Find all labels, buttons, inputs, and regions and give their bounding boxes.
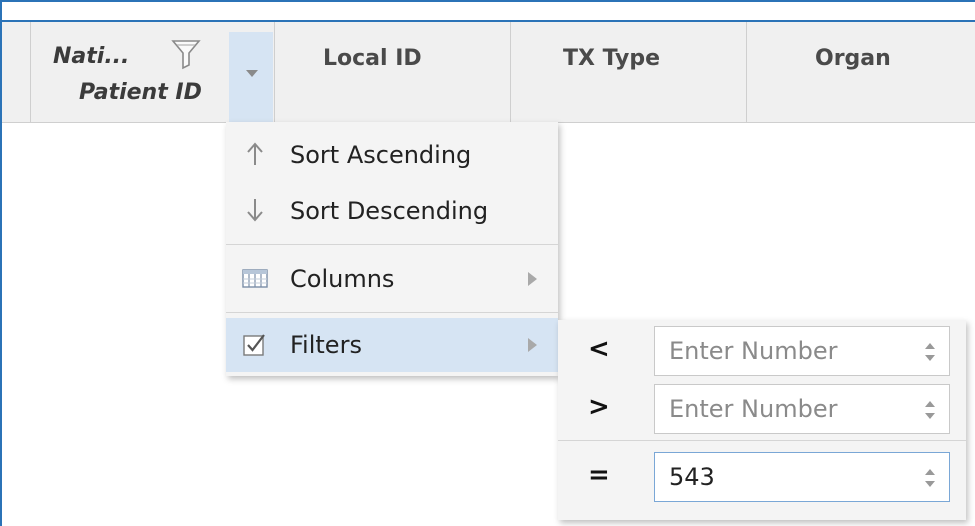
menu-item-sort-descending[interactable]: Sort Descending: [226, 184, 558, 238]
column-menu-button[interactable]: [229, 32, 273, 124]
filter-number-input[interactable]: [655, 327, 919, 375]
column-menu: Sort Ascending Sort Descending Columns F…: [226, 122, 558, 376]
filter-number-field[interactable]: [654, 326, 950, 376]
column-label: Local ID: [323, 46, 422, 71]
filter-number-field[interactable]: [654, 384, 950, 434]
filters-submenu: < > =: [558, 320, 966, 520]
filter-number-field[interactable]: [654, 452, 950, 502]
menu-separator: [226, 244, 558, 245]
grid-header: Nati... Patient ID Local ID TX Type Orga…: [2, 22, 975, 124]
menu-item-columns[interactable]: Columns: [226, 252, 558, 306]
filter-number-input[interactable]: [655, 385, 919, 433]
menu-item-label: Columns: [290, 265, 395, 293]
menu-item-filters[interactable]: Filters: [226, 318, 558, 372]
column-label-line1: Nati...: [53, 44, 130, 69]
filter-number-input[interactable]: [655, 453, 919, 501]
column-label: TX Type: [563, 46, 661, 71]
column-header-local-id[interactable]: Local ID: [274, 22, 510, 122]
chevron-down-icon: [246, 70, 258, 77]
menu-item-label: Sort Descending: [290, 197, 489, 225]
arrow-down-icon: [247, 199, 263, 222]
filter-operator: >: [588, 392, 610, 422]
menu-item-label: Filters: [290, 331, 362, 359]
menu-item-label: Sort Ascending: [290, 141, 472, 169]
menu-item-sort-ascending[interactable]: Sort Ascending: [226, 128, 558, 182]
column-header-organ[interactable]: Organ: [746, 22, 975, 122]
chevron-right-icon: [528, 272, 537, 286]
spinner-icon[interactable]: [923, 465, 937, 491]
checkbox-checked-icon: [243, 334, 265, 356]
chevron-right-icon: [528, 338, 537, 352]
column-header-tx-type[interactable]: TX Type: [510, 22, 746, 122]
spinner-icon[interactable]: [923, 397, 937, 423]
filter-row-equals: =: [558, 448, 966, 510]
arrow-up-icon: [247, 142, 263, 165]
columns-icon: [242, 269, 268, 288]
column-label: Organ: [815, 46, 891, 71]
filter-operator: <: [588, 334, 610, 364]
menu-separator: [558, 440, 966, 441]
column-header-national-patient-id[interactable]: Nati... Patient ID: [30, 22, 230, 122]
menu-separator: [226, 312, 558, 313]
spinner-icon[interactable]: [923, 339, 937, 365]
filter-operator: =: [588, 460, 610, 490]
filter-row-less-than: <: [558, 322, 966, 384]
filter-funnel-icon[interactable]: [171, 38, 201, 70]
filter-row-greater-than: >: [558, 380, 966, 442]
column-label-line2: Patient ID: [79, 80, 202, 105]
